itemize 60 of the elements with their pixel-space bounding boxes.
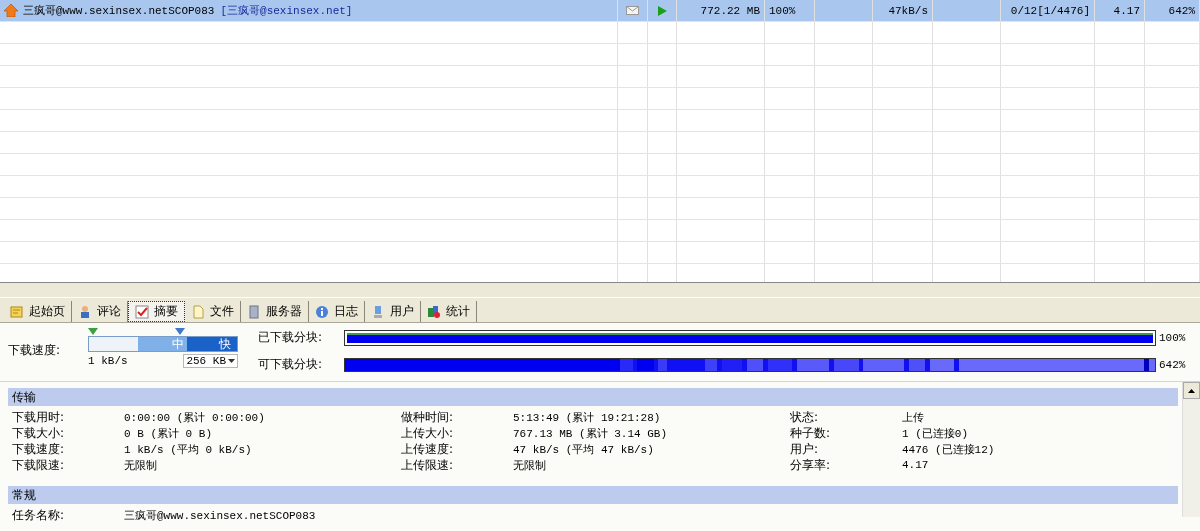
- torrent-name: 三疯哥@www.sexinsex.netSCOP083: [23, 4, 215, 18]
- folder-icon: [10, 304, 24, 319]
- chunk-reading: 100%: [1158, 331, 1187, 344]
- field-label: 任务名称:: [12, 506, 66, 524]
- info-icon: [315, 304, 329, 319]
- field-value: 上传: [902, 410, 925, 425]
- blocks-icon: [427, 304, 441, 319]
- speed-segment-label: 快: [218, 337, 232, 351]
- field-label: 下载限速:: [12, 456, 66, 474]
- field-value: 1 (已连接0): [902, 426, 969, 441]
- field-value: 1 kB/s (平均 0 kB/s): [124, 442, 253, 457]
- section-header: 常规: [8, 486, 1178, 504]
- chunk-reading: 642%: [1158, 358, 1187, 371]
- document-icon: [191, 304, 205, 319]
- field-label: 下载速度:: [12, 440, 66, 458]
- peers-cell: 0/12[1/4476]: [1010, 4, 1090, 17]
- field-label: 状态:: [790, 408, 820, 426]
- availability-cell: 642%: [1168, 4, 1195, 17]
- field-label: 做种时间:: [401, 408, 455, 426]
- limit-dropdown[interactable]: 256 KB: [183, 354, 238, 368]
- caret-icon: [228, 359, 235, 363]
- user-icon: [371, 304, 385, 319]
- speed-reading: 1 kB/s: [88, 355, 128, 367]
- house-icon: [4, 4, 18, 17]
- speed-cell: 47kB/s: [888, 4, 928, 17]
- field-label: 上传限速:: [401, 456, 455, 474]
- field-value: 无限制: [513, 458, 547, 473]
- torrent-tag: [三疯哥@sexinsex.net]: [220, 3, 353, 18]
- field-label: 分享率:: [790, 456, 832, 474]
- field-value: 无限制: [124, 458, 158, 473]
- field-label: 上传速度:: [401, 440, 455, 458]
- field-label: 用户:: [790, 440, 820, 458]
- field-value: 三疯哥@www.sexinsex.netSCOP083: [124, 508, 317, 523]
- field-value: 767.13 MB (累计 3.14 GB): [513, 426, 669, 441]
- speed-label: 下载速度:: [8, 341, 62, 359]
- field-value: 4476 (已连接12): [902, 442, 995, 457]
- section-header: 传输: [8, 388, 1178, 406]
- field-value: 0 B (累计 0 B): [124, 426, 213, 441]
- field-label: 下载用时:: [12, 408, 66, 426]
- field-value: 5:13:49 (累计 19:21:28): [513, 410, 662, 425]
- field-value: 47 kB/s (平均 47 kB/s): [513, 442, 655, 457]
- up-arrow-icon[interactable]: [1188, 388, 1195, 393]
- server-icon: [247, 304, 261, 319]
- progress-cell: 100%: [769, 4, 796, 17]
- ratio-cell: 4.17: [1113, 4, 1140, 17]
- tab[interactable]: 摘要: [128, 301, 185, 322]
- checklist-icon: [135, 304, 149, 319]
- envelope-icon: [626, 6, 639, 15]
- field-value: 4.17: [902, 459, 930, 471]
- field-label: 种子数:: [790, 424, 832, 442]
- person-icon: [78, 304, 92, 319]
- chunk-label: 已下载分块:: [258, 329, 324, 346]
- torrent-row[interactable]: 三疯哥@www.sexinsex.netSCOP083 [三疯哥@sexinsex.net] 772.22 MB 100% 47kB/s 0/12[1/4476] 4.17 642%: [0, 0, 1200, 22]
- field-value: 0:00:00 (累计 0:00:00): [124, 410, 266, 425]
- size-cell: 772.22 MB: [700, 4, 760, 17]
- chunk-label: 可下载分块:: [258, 356, 324, 373]
- field-label: 上传大小:: [401, 424, 455, 442]
- scrollbar[interactable]: [1182, 382, 1200, 517]
- speed-segment-label: 中: [171, 337, 186, 351]
- field-label: 下载大小:: [12, 424, 66, 442]
